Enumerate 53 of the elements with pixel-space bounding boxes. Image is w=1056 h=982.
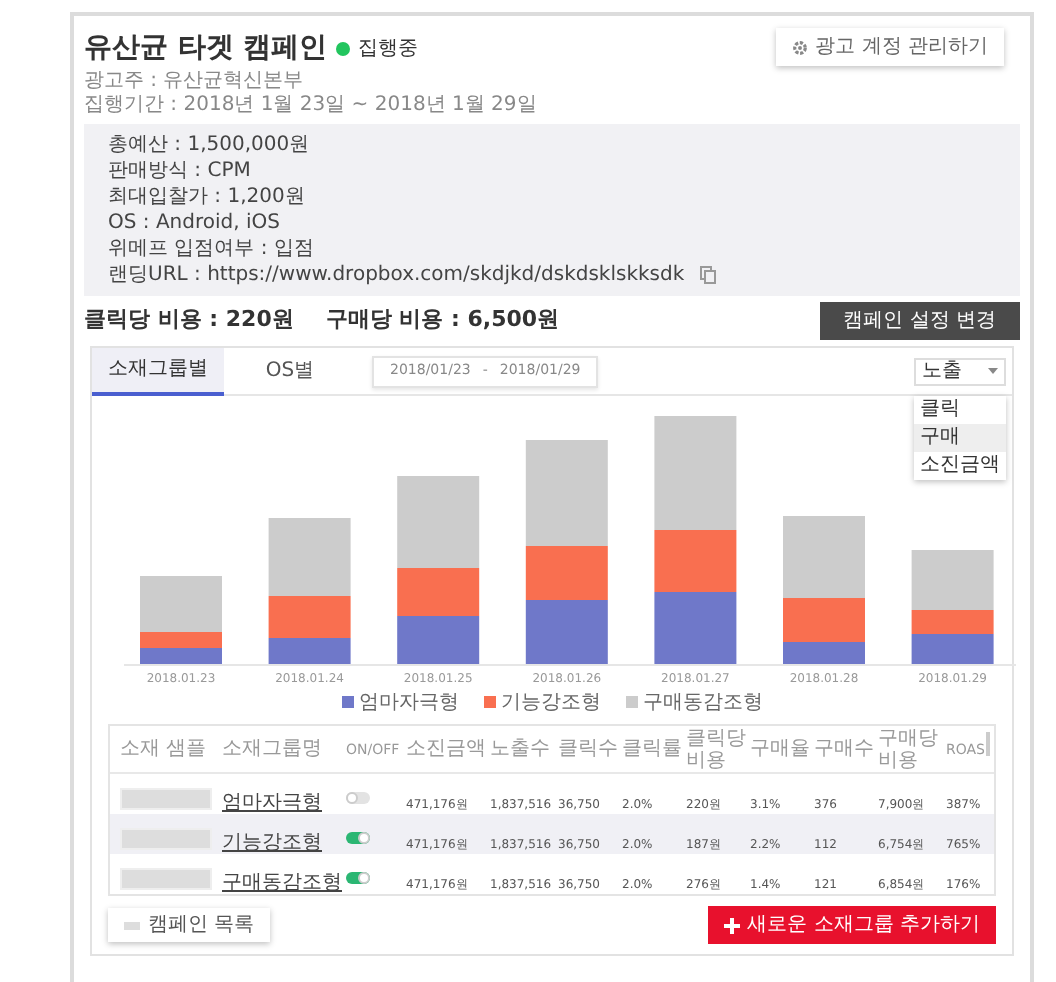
column-header: 구매당 비용 [878,727,940,771]
toggle-switch[interactable] [346,872,370,884]
bar-segment [397,616,480,664]
advertiser-text: 광고주 : 유산균혁신본부 [84,70,306,94]
add-group-button[interactable]: 새로운 소재그룹 추가하기 [707,906,996,944]
info-line: 총예산 : 1,500,000원 [108,132,312,158]
info-line: 위메프 입점여부 : 입점 [108,236,316,262]
account-button[interactable]: 광고 계정 관리하기 [775,28,1004,66]
toggle-switch[interactable] [346,792,370,804]
settings-icon [791,39,808,55]
column-header: 클릭률 [622,738,682,760]
landing-url: 랜딩URL : https://www.dropbox.com/skdjkd/dskdsklskksdk [108,262,685,288]
campaign-list-button[interactable]: 캠페인 목록 [108,908,271,942]
cost-summary: 클릭당 비용 : 220원 [84,304,294,337]
status-label: 집행중 [357,36,418,64]
legend-label: 엄마자극형 [359,689,459,717]
thumbnail-placeholder [120,867,212,889]
info-line: 최대입찰가 : 1,200원 [108,184,307,210]
toggle-switch[interactable] [346,832,370,844]
column-header: 노출수 [490,738,550,760]
bar-segment [654,592,737,664]
settings-button[interactable]: 캠페인 설정 변경 [819,302,1020,340]
caret-icon [988,368,998,374]
column-header: 소재그룹명 [222,738,322,760]
tab[interactable]: 소재그룹별 [92,347,224,395]
bar-segment [911,634,994,664]
column-header: 클릭당 비용 [686,727,748,771]
tab[interactable]: OS별 [224,347,356,395]
dropdown-option[interactable]: 구매 [914,424,1006,452]
copy-icon[interactable] [700,266,717,284]
legend-label: 구매동감조형 [643,689,763,717]
column-header: 소진금액 [406,738,486,760]
info-line: OS : Android, iOS [108,210,282,236]
group-link[interactable]: 엄마자극형 [222,792,322,814]
campaign-title: 유산균 타겟 캠페인 [84,30,328,68]
dropdown-option[interactable]: 소진금액 [914,452,1006,480]
column-header: 소재 샘플 [120,738,207,760]
dropdown-option[interactable]: 클릭 [914,396,1006,424]
column-header: 클릭수 [558,738,618,760]
column-header: 구매수 [814,738,874,760]
thumbnail-placeholder [120,827,212,849]
bar-segment [525,600,608,664]
scrollbar-thumb [986,732,990,756]
column-header: 구매율 [750,738,810,760]
thumbnail-placeholder [120,787,212,809]
info-line: 판매방식 : CPM [108,158,253,184]
plus-icon [723,917,740,933]
group-link[interactable]: 기능강조형 [222,832,322,854]
group-link[interactable]: 구매동감조형 [222,872,342,894]
metric-dropdown[interactable]: 노출 [914,357,1006,385]
period-text: 집행기간 : 2018년 1월 23일 ~ 2018년 1월 29일 [84,94,539,118]
cost-summary: 구매당 비용 : 6,500원 [325,304,560,337]
legend-label: 기능강조형 [501,689,601,717]
